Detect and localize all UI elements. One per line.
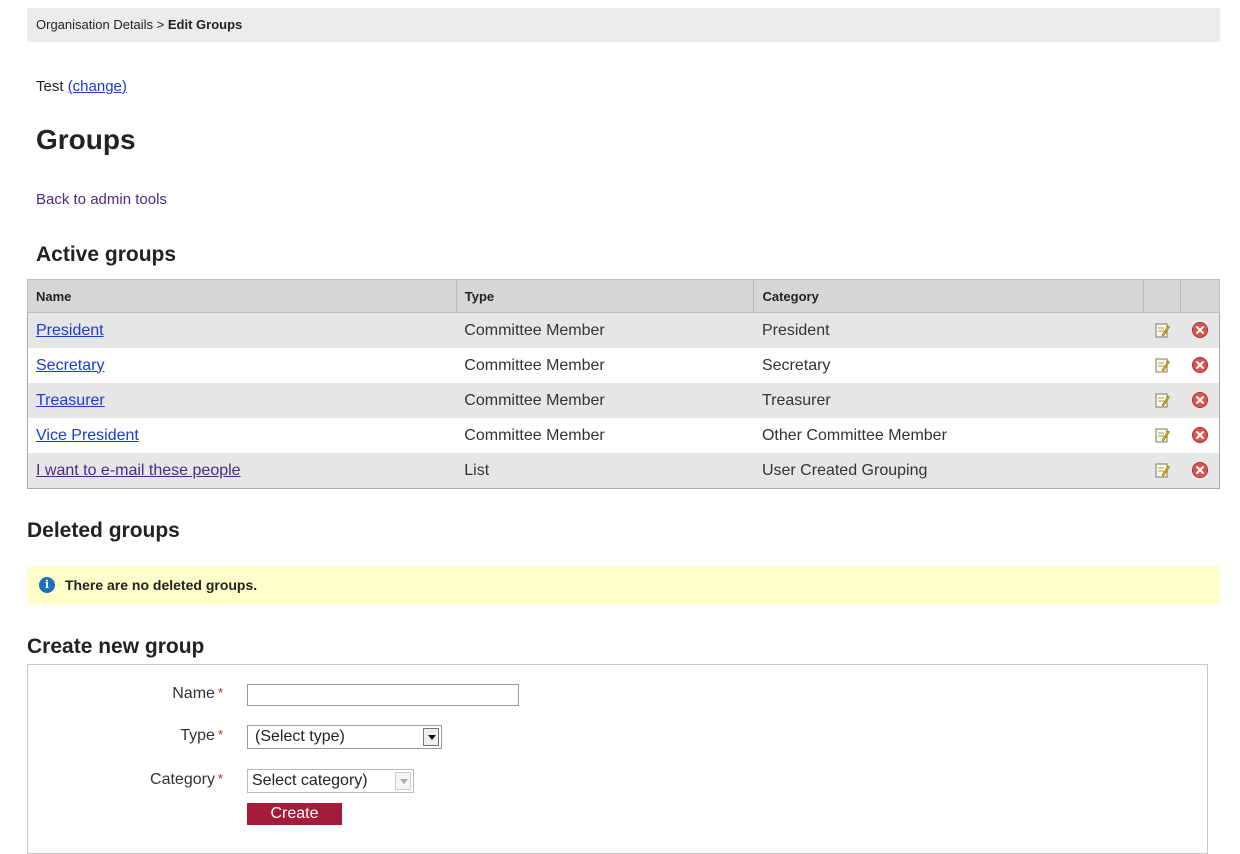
column-header-edit bbox=[1142, 279, 1182, 313]
category-label-text: Category bbox=[150, 771, 215, 788]
name-input[interactable] bbox=[247, 684, 519, 706]
page-title: Groups bbox=[36, 124, 136, 155]
deleted-groups-heading: Deleted groups bbox=[27, 519, 180, 542]
group-category: Secretary bbox=[753, 348, 1144, 383]
category-select[interactable]: Select category) bbox=[247, 769, 414, 793]
no-deleted-groups-notice: i There are no deleted groups. bbox=[27, 566, 1220, 605]
edit-icon[interactable] bbox=[1155, 428, 1170, 443]
group-type: Committee Member bbox=[456, 312, 754, 348]
chevron-down-icon[interactable] bbox=[395, 772, 411, 790]
type-select[interactable]: (Select type) bbox=[247, 725, 442, 749]
create-group-form: Name * Type * (Select type) Category * Sele… bbox=[27, 664, 1208, 854]
required-marker: * bbox=[217, 685, 223, 700]
table-row: Secretary Committee Member Secretary bbox=[27, 348, 1220, 383]
delete-icon[interactable] bbox=[1191, 462, 1208, 479]
delete-icon[interactable] bbox=[1191, 357, 1208, 374]
group-type: Committee Member bbox=[456, 418, 754, 453]
group-name-link[interactable]: Secretary bbox=[36, 357, 104, 374]
group-name-link[interactable]: I want to e-mail these people bbox=[36, 462, 241, 479]
type-selected-value: (Select type) bbox=[255, 728, 345, 745]
name-label-text: Name bbox=[172, 685, 215, 702]
breadcrumb-separator: > bbox=[153, 17, 168, 32]
table-row: Vice President Committee Member Other Co… bbox=[27, 418, 1220, 453]
create-button[interactable]: Create bbox=[247, 803, 342, 825]
required-marker: * bbox=[217, 771, 223, 786]
organisation-line: Test (change) bbox=[36, 78, 127, 95]
group-category: President bbox=[753, 312, 1144, 348]
group-category: Other Committee Member bbox=[753, 418, 1144, 453]
category-label: Category * bbox=[103, 771, 223, 789]
edit-icon[interactable] bbox=[1155, 393, 1170, 408]
notice-text: There are no deleted groups. bbox=[65, 577, 258, 593]
group-name-link[interactable]: President bbox=[36, 322, 104, 339]
delete-icon[interactable] bbox=[1191, 322, 1208, 339]
type-label-text: Type bbox=[180, 727, 215, 744]
group-type: List bbox=[456, 453, 754, 489]
type-label: Type * bbox=[103, 727, 223, 745]
group-name-link[interactable]: Treasurer bbox=[36, 392, 105, 409]
delete-icon[interactable] bbox=[1191, 392, 1208, 409]
column-header-delete bbox=[1180, 279, 1220, 313]
create-group-heading: Create new group bbox=[27, 635, 205, 658]
group-type: Committee Member bbox=[456, 348, 754, 383]
active-groups-heading: Active groups bbox=[36, 243, 177, 266]
organisation-name: Test bbox=[36, 78, 64, 95]
delete-icon[interactable] bbox=[1191, 427, 1208, 444]
table-row: Treasurer Committee Member Treasurer bbox=[27, 383, 1220, 418]
column-header-name: Name bbox=[27, 279, 457, 313]
breadcrumb: Organisation Details > Edit Groups bbox=[27, 8, 1220, 42]
active-groups-table: Name Type Category President Committee M… bbox=[27, 279, 1220, 489]
chevron-down-icon[interactable] bbox=[423, 728, 439, 746]
name-label: Name * bbox=[103, 685, 223, 703]
table-row: I want to e-mail these people List User … bbox=[27, 453, 1220, 489]
column-header-type: Type bbox=[455, 279, 755, 313]
group-name-link[interactable]: Vice President bbox=[36, 427, 139, 444]
edit-icon[interactable] bbox=[1155, 463, 1170, 478]
group-type: Committee Member bbox=[456, 383, 754, 418]
required-marker: * bbox=[217, 727, 223, 742]
edit-icon[interactable] bbox=[1155, 323, 1170, 338]
breadcrumb-current: Edit Groups bbox=[167, 17, 243, 32]
category-selected-value: Select category) bbox=[252, 772, 368, 789]
info-icon: i bbox=[39, 577, 55, 594]
column-header-category: Category bbox=[753, 279, 1144, 313]
table-row: President Committee Member President bbox=[27, 312, 1220, 348]
table-header-row: Name Type Category bbox=[27, 279, 1220, 313]
back-to-admin-tools-link[interactable]: Back to admin tools bbox=[36, 191, 167, 208]
group-category: User Created Grouping bbox=[753, 453, 1144, 489]
group-category: Treasurer bbox=[753, 383, 1144, 418]
change-organisation-link[interactable]: (change) bbox=[68, 78, 127, 95]
breadcrumb-parent[interactable]: Organisation Details bbox=[36, 17, 153, 32]
edit-icon[interactable] bbox=[1155, 358, 1170, 373]
